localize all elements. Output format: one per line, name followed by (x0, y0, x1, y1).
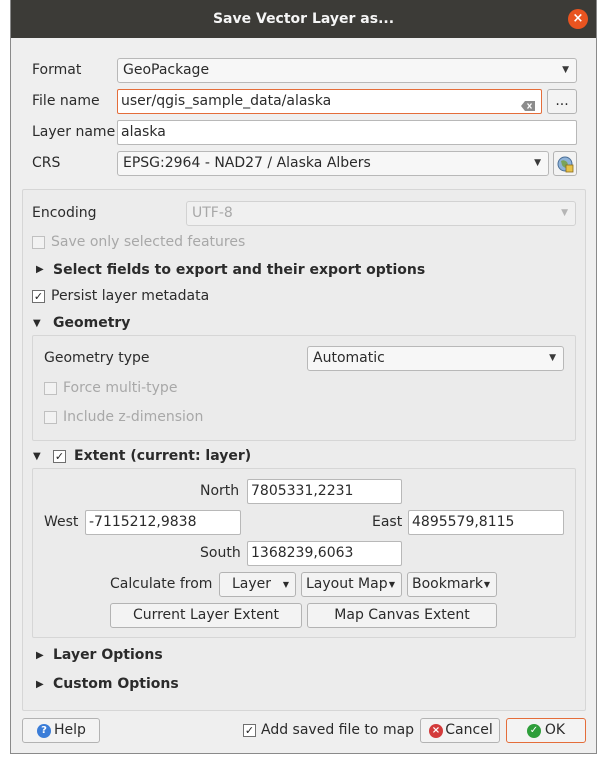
current-layer-extent-button[interactable]: Current Layer Extent (110, 603, 302, 628)
map-canvas-extent-button[interactable]: Map Canvas Extent (307, 603, 497, 628)
force-multi-checkbox[interactable] (44, 382, 57, 395)
expand-down-icon[interactable]: ▼ (33, 318, 41, 329)
layout-map-dropdown-button[interactable]: Layout Map ▼ (301, 572, 402, 597)
help-icon: ? (37, 724, 51, 738)
encoding-value: UTF-8 (192, 205, 233, 221)
close-icon: × (572, 11, 584, 26)
crs-select[interactable]: EPSG:2964 - NAD27 / Alaska Albers ▼ (117, 151, 549, 176)
layer-name-value: alaska (121, 124, 166, 140)
west-input[interactable]: -7115212,9838 (85, 510, 241, 535)
east-input[interactable]: 4895579,8115 (408, 510, 564, 535)
geometry-type-select[interactable]: Automatic ▼ (307, 346, 564, 371)
north-label: North (200, 483, 240, 499)
geometry-type-label: Geometry type (44, 350, 150, 366)
extent-header[interactable]: Extent (current: layer) (74, 448, 251, 464)
globe-icon (557, 156, 574, 173)
extent-checkbox[interactable]: ✓ (53, 450, 66, 463)
file-name-input[interactable]: user/qgis_sample_data/alaska (117, 89, 542, 114)
file-name-label: File name (32, 93, 100, 109)
crs-label: CRS (32, 155, 61, 171)
chevron-down-icon: ▼ (562, 65, 569, 75)
west-label: West (44, 514, 79, 530)
expand-right-icon[interactable]: ▶ (36, 650, 44, 661)
titlebar: Save Vector Layer as... × (11, 0, 596, 38)
save-vector-layer-dialog: Save Vector Layer as... × Format GeoPack… (10, 0, 597, 754)
bookmark-button-label: Bookmark (412, 576, 483, 592)
east-value: 4895579,8115 (412, 514, 515, 530)
bookmark-dropdown-button[interactable]: Bookmark ▼ (407, 572, 497, 597)
close-button[interactable]: × (568, 9, 588, 29)
encoding-select[interactable]: UTF-8 ▼ (186, 201, 576, 226)
ok-button[interactable]: ✓ OK (506, 718, 586, 743)
crs-selector-button[interactable] (553, 151, 577, 176)
force-multi-label: Force multi-type (63, 380, 178, 396)
crs-value: EPSG:2964 - NAD27 / Alaska Albers (123, 155, 371, 171)
add-to-map-checkbox[interactable]: ✓ (243, 724, 256, 737)
current-layer-extent-label: Current Layer Extent (132, 607, 280, 623)
custom-options-header[interactable]: Custom Options (53, 676, 179, 692)
persist-metadata-label: Persist layer metadata (51, 288, 210, 304)
geometry-header[interactable]: Geometry (53, 315, 130, 331)
chevron-down-icon: ▼ (282, 580, 289, 589)
chevron-down-icon: ▼ (388, 580, 395, 589)
calculate-from-label: Calculate from (110, 576, 213, 592)
expand-right-icon[interactable]: ▶ (36, 264, 44, 275)
cancel-button[interactable]: × Cancel (420, 718, 500, 743)
chevron-down-icon: ▼ (561, 208, 568, 218)
check-icon: ✓ (527, 724, 541, 738)
format-value: GeoPackage (123, 62, 210, 78)
geometry-type-value: Automatic (313, 350, 385, 366)
west-value: -7115212,9838 (89, 514, 197, 530)
expand-down-icon[interactable]: ▼ (33, 451, 41, 462)
layer-button-label: Layer (232, 576, 272, 592)
ok-label: OK (544, 722, 566, 738)
east-label: East (372, 514, 403, 530)
layer-name-label: Layer name (32, 124, 116, 140)
add-to-map-label: Add saved file to map (261, 722, 415, 738)
chevron-down-icon: ▼ (534, 158, 541, 168)
south-label: South (200, 545, 241, 561)
include-z-checkbox[interactable] (44, 411, 57, 424)
cancel-icon: × (429, 724, 443, 738)
north-value: 7805331,2231 (251, 483, 354, 499)
clear-icon[interactable] (521, 96, 535, 111)
south-input[interactable]: 1368239,6063 (247, 541, 402, 566)
include-z-label: Include z-dimension (63, 409, 204, 425)
browse-label: ... (555, 93, 569, 109)
chevron-down-icon: ▼ (483, 580, 490, 589)
layout-map-button-label: Layout Map (306, 576, 388, 592)
south-value: 1368239,6063 (251, 545, 354, 561)
layer-dropdown-button[interactable]: Layer ▼ (219, 572, 296, 597)
format-label: Format (32, 62, 82, 78)
help-button[interactable]: ? Help (22, 718, 100, 743)
chevron-down-icon: ▼ (549, 353, 556, 363)
layer-name-input[interactable]: alaska (117, 120, 577, 145)
browse-button[interactable]: ... (547, 89, 577, 114)
map-canvas-extent-label: Map Canvas Extent (334, 607, 470, 623)
help-label: Help (54, 722, 86, 738)
file-name-value: user/qgis_sample_data/alaska (121, 93, 332, 109)
encoding-label: Encoding (32, 205, 97, 221)
cancel-label: Cancel (445, 722, 493, 738)
select-fields-header[interactable]: Select fields to export and their export… (53, 262, 425, 278)
save-only-selected-checkbox[interactable] (32, 236, 45, 249)
layer-options-header[interactable]: Layer Options (53, 647, 163, 663)
north-input[interactable]: 7805331,2231 (247, 479, 402, 504)
save-only-selected-label: Save only selected features (51, 234, 246, 250)
expand-right-icon[interactable]: ▶ (36, 679, 44, 690)
format-select[interactable]: GeoPackage ▼ (117, 58, 577, 83)
dialog-title: Save Vector Layer as... (212, 11, 395, 27)
persist-metadata-checkbox[interactable]: ✓ (32, 290, 45, 303)
